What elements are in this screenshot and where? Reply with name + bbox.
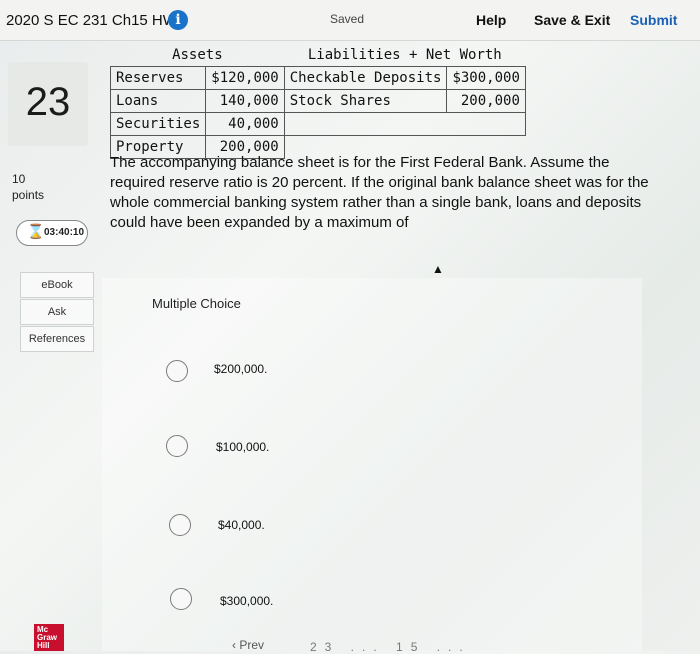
- saved-status: Saved: [330, 12, 365, 26]
- help-button[interactable]: Help: [476, 12, 506, 28]
- question-number-card: 23: [8, 62, 88, 146]
- assets-header: Assets: [172, 47, 223, 63]
- references-button[interactable]: References: [20, 326, 94, 352]
- asset-name: Reserves: [109, 66, 207, 90]
- choice-radio-3[interactable]: [169, 514, 191, 536]
- table-row: Reserves $120,000 Checkable Deposits $30…: [109, 66, 526, 90]
- top-bar: 2020 S EC 231 Ch15 HW i Saved Help Save …: [0, 0, 700, 41]
- question-text: The accompanying balance sheet is for th…: [110, 154, 649, 231]
- asset-name: Loans: [109, 89, 207, 113]
- assignment-title: 2020 S EC 231 Ch15 HW: [6, 12, 177, 29]
- asset-value: $120,000: [205, 66, 285, 90]
- choice-label-2[interactable]: $100,000.: [216, 440, 269, 454]
- liability-value: 200,000: [446, 89, 526, 113]
- liability-name: Checkable Deposits: [283, 66, 448, 90]
- asset-value: 140,000: [205, 89, 285, 113]
- balance-sheet-header-row: Assets Liabilities + Net Worth: [111, 44, 526, 67]
- choice-label-1[interactable]: $200,000.: [214, 362, 267, 376]
- points-label: points: [12, 188, 45, 202]
- choice-radio-1[interactable]: [166, 360, 188, 382]
- choice-label-3[interactable]: $40,000.: [218, 518, 265, 532]
- asset-name: Securities: [109, 112, 207, 136]
- ask-button[interactable]: Ask: [20, 299, 94, 325]
- liability-name: Stock Shares: [283, 89, 448, 113]
- ebook-button[interactable]: eBook: [20, 272, 94, 298]
- prev-label: Prev: [239, 638, 265, 652]
- empty-cell: [283, 112, 526, 136]
- choice-radio-2[interactable]: [166, 435, 188, 457]
- timer-text: 03:40:10: [44, 227, 85, 238]
- chevron-left-icon: ‹: [232, 638, 236, 652]
- submit-button[interactable]: Submit: [630, 12, 677, 28]
- cursor-arrow-icon: ▲: [432, 262, 444, 276]
- liability-value: $300,000: [446, 66, 526, 90]
- balance-sheet-table: Assets Liabilities + Net Worth Reserves …: [109, 44, 526, 159]
- question-number: 23: [25, 80, 71, 124]
- pagination[interactable]: 23 ... 15 ...: [310, 640, 471, 654]
- hourglass-icon: ⌛: [27, 223, 45, 239]
- table-row: Loans 140,000 Stock Shares 200,000: [109, 89, 526, 113]
- choice-label-4[interactable]: $300,000.: [220, 594, 273, 608]
- asset-value: 40,000: [205, 112, 285, 136]
- prev-button[interactable]: ‹ Prev: [232, 638, 264, 652]
- mcgraw-hill-logo: Mc Graw Hill: [34, 624, 64, 651]
- points-value: 10: [12, 172, 26, 186]
- multiple-choice-label: Multiple Choice: [152, 296, 241, 311]
- choice-radio-4[interactable]: [170, 588, 192, 610]
- table-row: Securities 40,000: [109, 112, 526, 136]
- info-icon[interactable]: i: [168, 10, 188, 30]
- timer-badge: ⌛ 03:40:10: [16, 220, 88, 246]
- liabilities-header: Liabilities + Net Worth: [307, 47, 502, 63]
- save-exit-button[interactable]: Save & Exit: [534, 12, 610, 28]
